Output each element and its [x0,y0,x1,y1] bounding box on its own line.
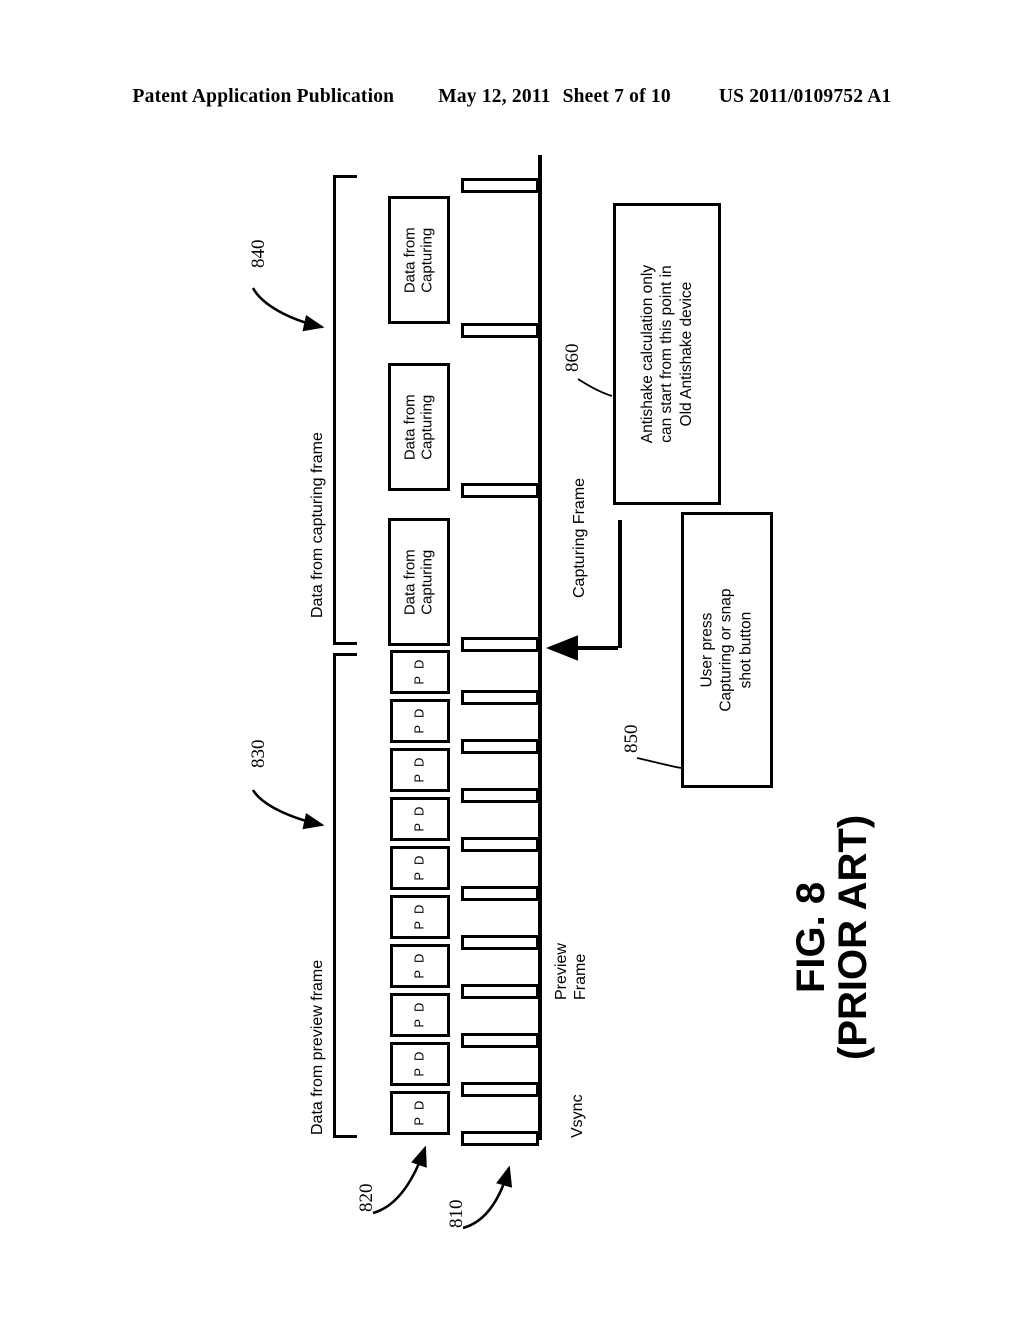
preview-data-box-2: P D [390,699,450,743]
vsync-pulse-preview-4 [461,837,539,852]
data-box-line2: Capturing [419,227,437,293]
leader-860 [577,378,613,397]
pd-box-line1: P [411,1117,427,1126]
data-from-capturing-label-1: Data from Capturing [402,227,437,293]
data-box-line1: Data from [401,227,419,293]
data-box-line1: Data from [401,394,419,460]
preview-data-box-3: P D [390,748,450,792]
pd-box-line2: D [411,1002,427,1012]
figure-caption-line2: (PRIOR ART) [831,814,875,1060]
vsync-pulse-preview-8 [461,1033,539,1048]
data-from-capturing-label-3: Data from Capturing [402,549,437,615]
patent-figure: Data from Capturing Data from Capturing … [0,0,1024,1320]
refnum-850: 850 [621,724,642,754]
vsync-pulse-preview-7 [461,984,539,999]
pd-box-line1: P [411,1019,427,1028]
refnum-830: 830 [248,739,269,769]
data-box-line2: Capturing [419,549,437,615]
bracket-preview-group [333,653,357,1138]
vsync-pulse-capturing-1 [461,178,539,193]
leader-830 [251,789,325,830]
pd-box-line1: P [411,725,427,734]
preview-data-box-10: P D [390,1091,450,1135]
preview-data-box-8: P D [390,993,450,1037]
leader-820 [372,1145,427,1215]
preview-data-box-9: P D [390,1042,450,1086]
bracket-capturing-group [333,175,357,645]
group-capturing-frame-label: Data from capturing frame [309,432,326,618]
pd-box-line2: D [411,757,427,767]
pd-box-line2: D [411,708,427,718]
note-antishake-text: Antishake calculation only can start fro… [638,264,695,444]
data-box-line1: Data from [401,549,419,615]
refnum-810: 810 [446,1199,467,1229]
capturing-frame-label: Capturing Frame [571,477,588,598]
figure-caption-line1: FIG. 8 [789,881,833,993]
vsync-pulse-preview-3 [461,788,539,803]
preview-data-box-5: P D [390,846,450,890]
figure-caption: FIG. 8 (PRIOR ART) [789,814,875,1060]
vsync-pulse-preview-2 [461,739,539,754]
pd-box-line1: P [411,774,427,783]
vsync-pulse-preview-5 [461,886,539,901]
note-user-press-text: User press Capturing or snap shot button [698,588,755,712]
data-from-capturing-label-2: Data from Capturing [402,394,437,460]
refnum-860: 860 [562,343,583,373]
pd-box-line1: P [411,676,427,685]
pd-box-line2: D [411,855,427,865]
data-from-capturing-box-2: Data from Capturing [388,363,450,491]
refnum-820: 820 [356,1183,377,1213]
preview-data-box-4: P D [390,797,450,841]
preview-data-box-6: P D [390,895,450,939]
vsync-pulse-preview-6 [461,935,539,950]
vsync-pulse-preview-10 [461,1131,539,1146]
data-box-line2: Capturing [419,394,437,460]
pd-box-line2: D [411,1100,427,1110]
pd-box-line1: P [411,823,427,832]
vsync-pulse-preview-1 [461,690,539,705]
refnum-840: 840 [248,239,269,269]
preview-data-box-1: P D [390,650,450,694]
leader-810 [462,1165,513,1230]
pd-box-line2: D [411,806,427,816]
vsync-pulse-capturing-2 [461,323,539,338]
pd-box-line2: D [411,904,427,914]
note-box-user-press: User press Capturing or snap shot button [681,512,773,788]
pd-box-line1: P [411,970,427,979]
data-from-capturing-box-1: Data from Capturing [388,196,450,324]
leader-lines-overlay [251,287,682,1230]
pd-box-line2: D [411,1051,427,1061]
vsync-pulse-capturing-4 [461,637,539,652]
note-box-antishake: Antishake calculation only can start fro… [613,203,721,505]
leader-840 [251,287,325,332]
leader-850 [636,757,682,769]
data-from-capturing-box-3: Data from Capturing [388,518,450,646]
preview-data-box-7: P D [390,944,450,988]
vsync-axis-label: Vsync [569,1094,586,1138]
vsync-pulse-capturing-3 [461,483,539,498]
pd-box-line1: P [411,872,427,881]
pd-box-line1: P [411,1068,427,1077]
group-preview-frame-label: Data from preview frame [309,959,326,1135]
pd-box-line2: D [411,953,427,963]
vsync-pulse-preview-9 [461,1082,539,1097]
preview-frame-label: Preview Frame [553,943,590,1000]
pd-box-line1: P [411,921,427,930]
pd-box-line2: D [411,659,427,669]
